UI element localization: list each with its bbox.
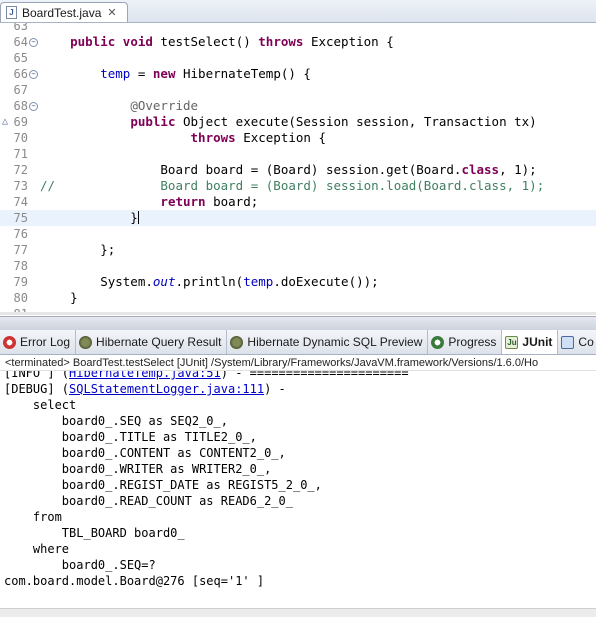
line-number: 77 [13, 243, 28, 257]
code-text: } [40, 210, 139, 225]
line-number: 66 [13, 67, 28, 81]
line-number: 75 [13, 211, 28, 225]
code-line[interactable]: 64− public void testSelect() throws Exce… [0, 34, 596, 50]
line-number: 76 [13, 227, 28, 241]
view-tab-label: Progress [448, 335, 497, 349]
code-line[interactable]: 79 System.out.println(temp.doExecute()); [0, 274, 596, 290]
console-line: board0_.WRITER as WRITER2_0_, [4, 462, 272, 476]
java-file-icon: J [6, 6, 17, 19]
editor-tab-bar: J BoardTest.java ✕ [0, 0, 596, 23]
view-tab-label: JUnit [522, 335, 553, 349]
code-line[interactable]: 70 throws Exception { [0, 130, 596, 146]
code-line[interactable]: 76 [0, 226, 596, 242]
code-line[interactable]: 77 }; [0, 242, 596, 258]
code-line[interactable]: 78 [0, 258, 596, 274]
line-number: 79 [13, 275, 28, 289]
console-output[interactable]: [INFO ] (HibernateTemp.java:51) - ======… [0, 371, 596, 607]
console-line: board0_.SEQ=? [4, 558, 156, 572]
code-line[interactable]: 75 } [0, 210, 596, 226]
console-line: board0_.REGIST_DATE as REGIST5_2_0_, [4, 478, 322, 492]
progress-icon [431, 335, 445, 349]
code-line[interactable]: 71 [0, 146, 596, 162]
line-number: 64 [13, 35, 28, 49]
code-line[interactable]: 74 return board; [0, 194, 596, 210]
code-text: }; [40, 242, 116, 257]
tab-console[interactable]: Co [558, 330, 596, 354]
fold-toggle-icon[interactable]: − [29, 38, 38, 47]
line-number: 71 [13, 147, 28, 161]
code-line[interactable]: 66− temp = new HibernateTemp() { [0, 66, 596, 82]
code-line[interactable]: 67 [0, 82, 596, 98]
console-line: com.board.model.Board@276 [seq='1' ] [4, 574, 265, 588]
line-number: 63 [13, 23, 28, 33]
line-number: 68 [13, 99, 28, 113]
console-icon [561, 335, 575, 349]
tab-junit[interactable]: Ju JUnit [502, 330, 559, 354]
console-line: select [4, 398, 77, 412]
view-tab-label: Error Log [20, 335, 71, 349]
code-text: throws Exception { [190, 130, 326, 145]
console-line: TBL_BOARD board0_ [4, 526, 185, 540]
error-log-icon [3, 335, 16, 349]
console-line: board0_.READ_COUNT as READ6_2_0_ [4, 494, 293, 508]
tab-error-log[interactable]: Error Log [0, 330, 77, 354]
code-line[interactable]: 72 Board board = (Board) session.get(Boa… [0, 162, 596, 178]
console-status-line: <terminated> BoardTest.testSelect [JUnit… [0, 355, 596, 371]
code-line[interactable]: 73 // Board board = (Board) session.load(… [0, 178, 596, 194]
code-text: public void testSelect() throws Exceptio… [70, 34, 394, 49]
line-number: 80 [13, 291, 28, 305]
code-editor[interactable]: 63 64− public void testSelect() throws Ex… [0, 23, 596, 315]
source-link[interactable]: SQLStatementLogger.java:111 [69, 382, 264, 396]
line-number: 73 [13, 179, 28, 193]
console-line: where [4, 542, 70, 556]
override-marker-icon: △ [2, 116, 9, 127]
code-text: temp = new HibernateTemp() { [100, 66, 311, 81]
tab-hibernate-query-result[interactable]: Hibernate Query Result [76, 330, 228, 354]
editor-tab-label: BoardTest.java [22, 5, 102, 20]
hibernate-icon [79, 335, 93, 349]
code-line[interactable]: 63 [0, 23, 596, 34]
code-text: public Object execute(Session session, T… [130, 114, 537, 129]
line-number: 78 [13, 259, 28, 273]
editor-tab-boardtest[interactable]: J BoardTest.java ✕ [0, 2, 128, 22]
editor-horizontal-scrollbar[interactable] [0, 312, 596, 315]
line-number: 72 [13, 163, 28, 177]
line-number: 65 [13, 51, 28, 65]
line-number: 67 [13, 83, 28, 97]
console-line: board0_.TITLE as TITLE2_0_, [4, 430, 257, 444]
line-number: 74 [13, 195, 28, 209]
junit-icon: Ju [505, 335, 519, 349]
tab-progress[interactable]: Progress [428, 330, 503, 354]
line-number: 70 [13, 131, 28, 145]
code-text: @Override [130, 98, 199, 113]
fold-toggle-icon[interactable]: − [29, 70, 38, 79]
code-line[interactable]: 68− @Override [0, 98, 596, 114]
code-line[interactable]: 80 } [0, 290, 596, 306]
panel-separator[interactable] [0, 316, 596, 330]
view-tab-label: Hibernate Dynamic SQL Preview [247, 335, 423, 349]
source-link[interactable]: HibernateTemp.java:51 [69, 371, 221, 380]
code-text: Board board = (Board) session.get(Board.… [40, 162, 537, 177]
code-line[interactable]: 65 [0, 50, 596, 66]
close-icon[interactable]: ✕ [107, 6, 116, 19]
code-text: // Board board = (Board) session.load(Bo… [40, 178, 545, 193]
console-line: board0_.SEQ as SEQ2_0_, [4, 414, 228, 428]
code-text: System.out.println(temp.doExecute()); [40, 274, 379, 289]
console-line: from [4, 510, 62, 524]
code-text: } [40, 290, 78, 305]
view-tab-bar: Error Log Hibernate Query Result Hibernate… [0, 330, 596, 355]
code-text: return board; [160, 194, 259, 209]
tab-hibernate-dynamic-sql-preview[interactable]: Hibernate Dynamic SQL Preview [227, 330, 429, 354]
console-line: board0_.CONTENT as CONTENT2_0_, [4, 446, 286, 460]
console-line: [INFO ] (HibernateTemp.java:51) - ======… [4, 371, 409, 381]
view-tab-label: Hibernate Query Result [96, 335, 222, 349]
fold-toggle-icon[interactable]: − [29, 102, 38, 111]
view-tab-label: Co [578, 335, 594, 349]
code-line[interactable]: 69 △ public Object execute(Session sessio… [0, 114, 596, 130]
hibernate-icon [230, 335, 244, 349]
console-line: [DEBUG] (SQLStatementLogger.java:111) - [4, 382, 286, 396]
